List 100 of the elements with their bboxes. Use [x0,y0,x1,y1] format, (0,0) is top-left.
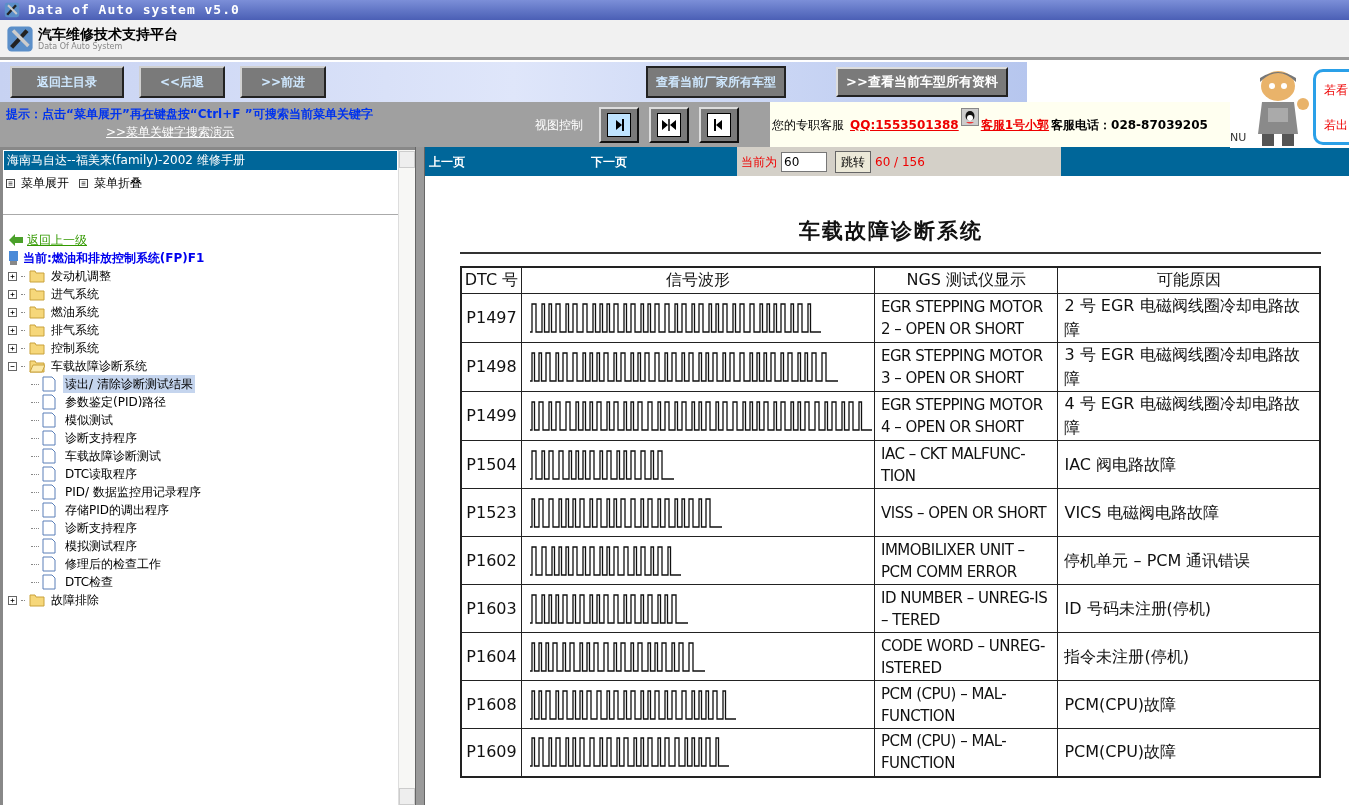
page-icon [42,574,56,590]
pane-icon [657,112,681,137]
column-header: DTC 号 [461,266,522,294]
current-section: 当前:燃油和排放控制系统(FP)F1 [23,249,205,267]
expand-toggle-icon[interactable] [8,595,17,605]
tree-item[interactable]: 控制系统 [49,339,101,357]
tree-item[interactable]: 诊断支持程序 [63,429,139,447]
back-arrow-icon[interactable] [9,234,23,246]
tree-item[interactable]: 参数鉴定(PID)路径 [63,393,169,411]
tree-item[interactable]: 进气系统 [49,285,101,303]
dtc-code: P1504 [461,440,522,489]
window-title: Data of Auto system v5.0 [28,1,240,20]
view-button[interactable] [699,106,739,143]
expand-toggle-icon[interactable] [8,307,17,317]
folder-icon [29,341,45,355]
tree-item[interactable]: 燃油系统 [49,303,101,321]
page-count: 60 / 156 [875,153,925,171]
page-icon [42,448,56,464]
dtc-code: P1602 [461,536,522,585]
dtc-code: P1523 [461,488,522,537]
prev-page-link[interactable]: 上一页 [429,152,591,171]
page-icon [42,394,56,410]
page-icon [42,376,56,392]
table-cell: CODE WORD – UNREG-ISTERED [874,632,1058,681]
view-control-label: 视图控制 [535,116,583,134]
ad-text: 若看 [1324,81,1349,99]
tree-item[interactable]: 读出/ 清除诊断测试结果 [63,375,195,393]
page-icon [42,430,56,446]
page-icon [42,484,56,500]
page-icon [42,466,56,482]
view-button[interactable] [599,106,639,143]
agent-link[interactable]: 客服1号小郭 [980,115,1050,134]
computer-icon [8,251,19,265]
dtc-code: P1608 [461,680,522,729]
table-cell: IMMOBILIXER UNIT – PCM COMM ERROR [874,536,1058,585]
tree-item[interactable]: 车载故障诊断系统 [49,357,149,375]
dtc-code: P1604 [461,632,522,681]
menu-toggle-icon[interactable] [6,178,15,188]
table-cell: IAC – CKT MALFUNC-TION [874,440,1058,489]
page-title: 车载故障诊断系统 [797,218,984,245]
tree-item[interactable]: 车载故障诊断测试 [63,447,163,465]
support-label: 您的专职客服 [772,116,844,134]
table-cell: PCM (CPU) – MAL-FUNCTION [874,680,1058,729]
menu-toggle-link[interactable]: 菜单折叠 [94,174,142,192]
menu-toggle-link[interactable]: 菜单展开 [21,174,69,192]
tree-item[interactable]: 诊断支持程序 [63,519,139,537]
folder-icon [29,269,45,283]
scrollbar[interactable] [398,150,415,805]
page-icon [42,538,56,554]
folder-icon [29,323,45,337]
tree-item[interactable]: DTC读取程序 [63,465,140,483]
tree-item[interactable]: PID/ 数据监控用记录程序 [63,483,203,501]
column-header: NGS 测试仪显示 [874,266,1058,294]
folder-icon [29,305,45,319]
tree-item[interactable]: 修理后的检查工作 [63,555,163,573]
view-button[interactable] [649,106,689,143]
expand-toggle-icon[interactable] [8,325,17,335]
dtc-code: P1498 [461,342,522,392]
hint-text: 提示：点击“菜单展开”再在键盘按“Ctrl+F ”可搜索当前菜单关键字 [6,106,374,123]
tree-item[interactable]: 存储PID的调出程序 [63,501,171,519]
back-link[interactable]: 返回上一级 [27,231,87,249]
app-icon [4,2,20,18]
tree-item[interactable]: 排气系统 [49,321,101,339]
table-cell: EGR STEPPING MOTOR 2 – OPEN OR SHORT [874,293,1058,343]
column-header: 信号波形 [521,266,875,294]
tree-item[interactable]: DTC检查 [63,573,116,591]
folder-icon [29,287,45,301]
table-cell: VISS – OPEN OR SHORT [874,488,1058,537]
support-phone: 客服电话：028-87039205 [1051,116,1208,134]
tree-item[interactable]: 发动机调整 [49,267,113,285]
tree-item[interactable]: 故障排除 [49,591,101,609]
expand-toggle-icon[interactable] [8,361,17,371]
expand-toggle-icon[interactable] [8,289,17,299]
page-icon [42,412,56,428]
tree-item[interactable]: 模似测试 [63,411,115,429]
table-cell: EGR STEPPING MOTOR 3 – OPEN OR SHORT [874,342,1058,392]
app-subtitle: Data Of Auto System [38,42,124,51]
all-docs-button[interactable]: >>查看当前车型所有资料 [836,67,1008,97]
expand-toggle-icon[interactable] [8,271,17,281]
expand-toggle-icon[interactable] [8,343,17,353]
go-button[interactable]: 跳转 [835,150,871,173]
dtc-code: P1603 [461,584,522,633]
page-icon [42,556,56,572]
qq-link[interactable]: QQ:1553501388 [850,115,959,134]
manual-title: 海南马自达--福美来(family)-2002 维修手册 [4,151,397,170]
chat-icon[interactable] [960,108,979,126]
table-cell: EGR STEPPING MOTOR 4 – OPEN OR SHORT [874,391,1058,441]
next-page-link[interactable]: 下一页 [591,152,737,171]
page-icon [42,502,56,518]
dtc-code: P1499 [461,391,522,441]
logo-icon [6,24,34,53]
menu-toggle-icon[interactable] [79,178,88,188]
ad-text: 若出 [1324,116,1349,134]
table-cell: ID NUMBER – UNREG-IS – TERED [874,584,1058,633]
dtc-code: P1497 [461,293,522,343]
page-label: 当前为 [741,153,777,171]
tree-item[interactable]: 模拟测试程序 [63,537,139,555]
folder-icon [29,593,45,607]
page-field[interactable]: 60 [781,151,827,172]
cut-text: NU [1230,129,1247,146]
